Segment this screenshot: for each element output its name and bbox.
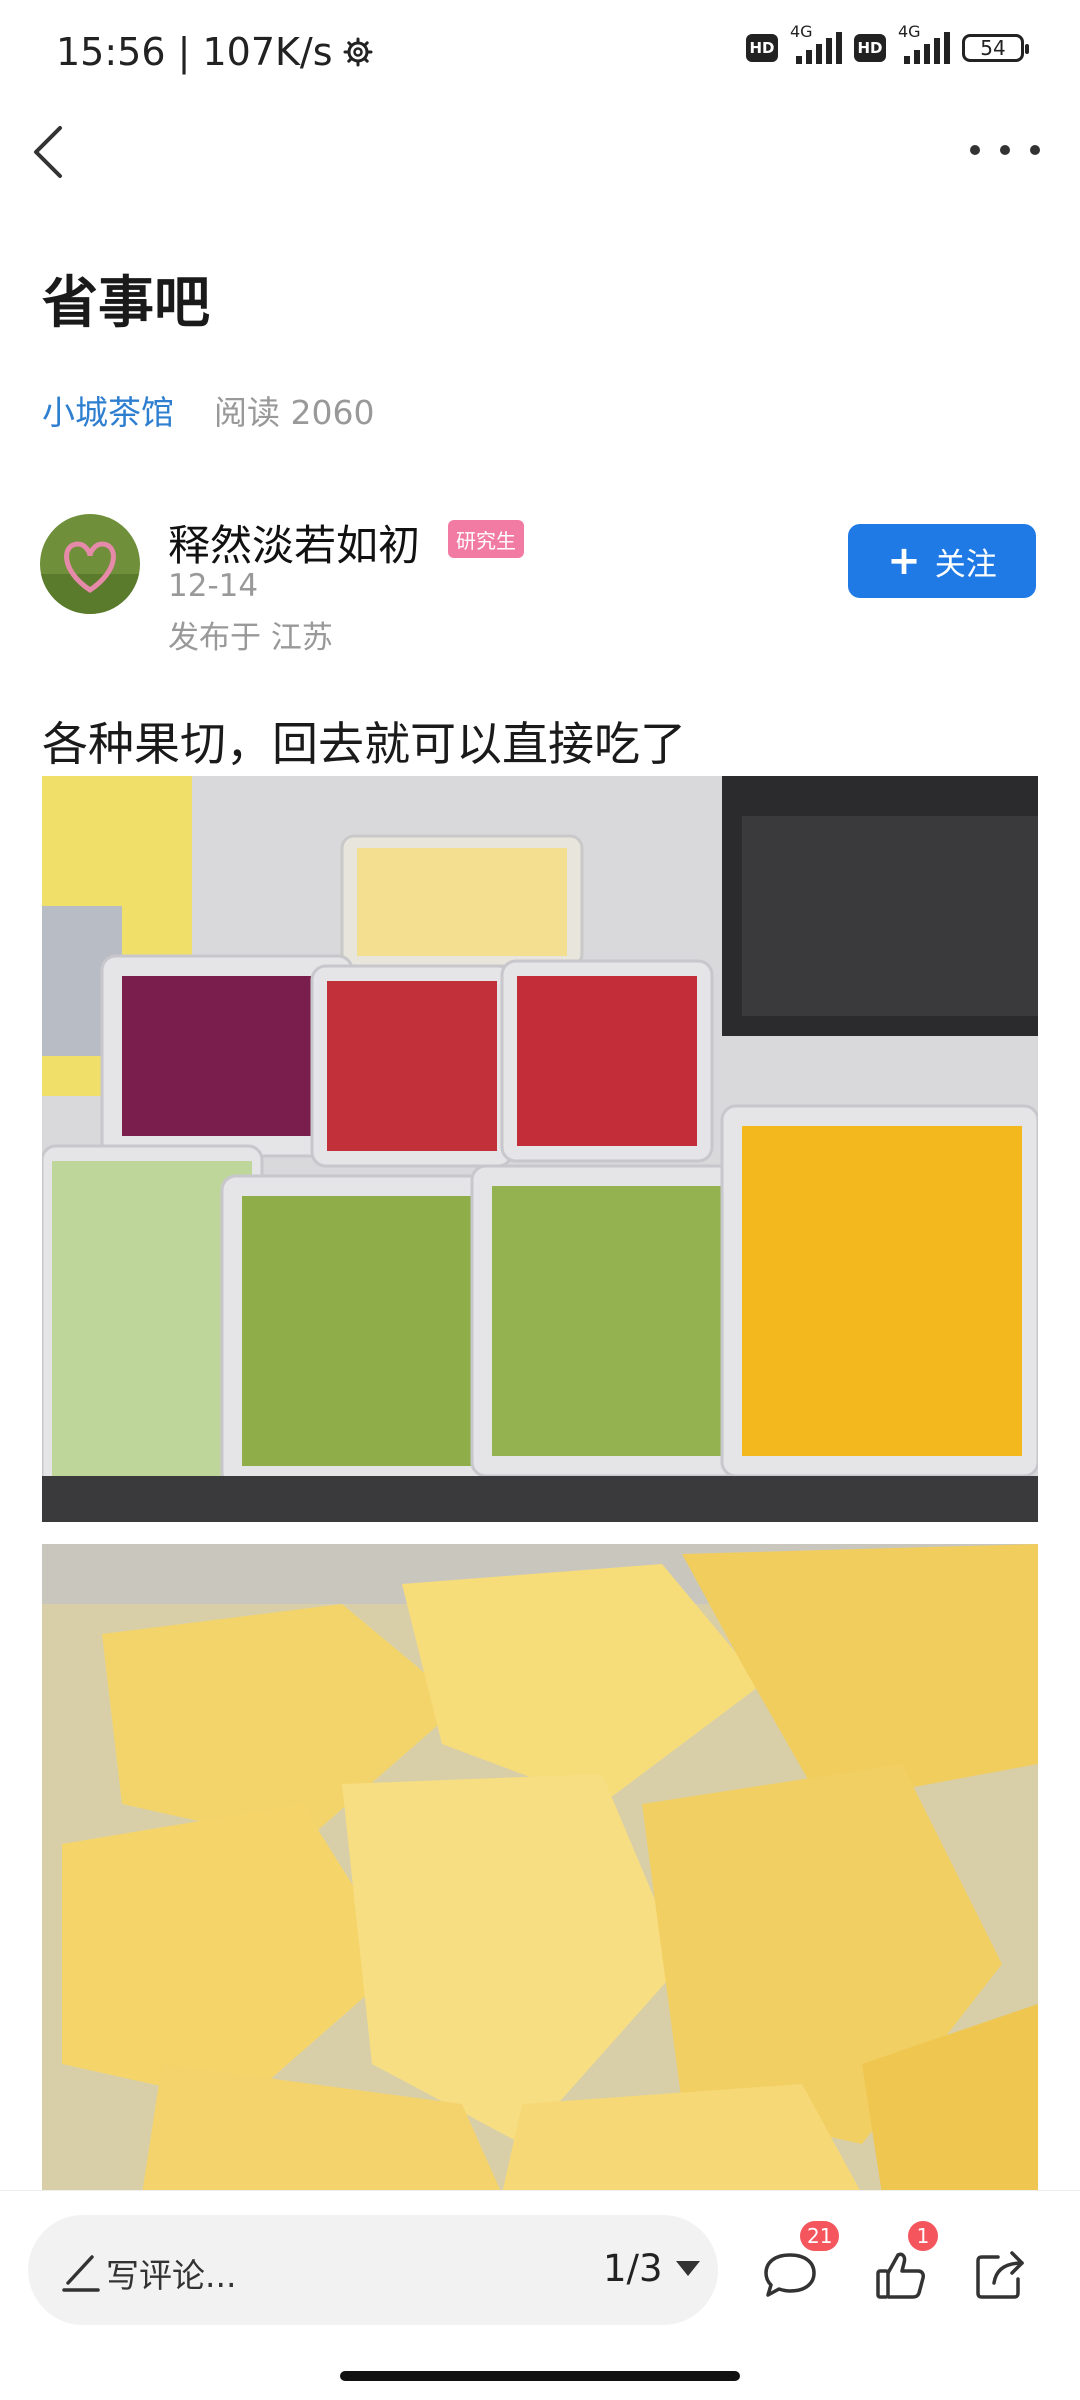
nav-bar (0, 110, 1080, 190)
like-button[interactable]: 1 (870, 2221, 940, 2315)
comment-input[interactable]: 写评论... 1/3 (28, 2215, 718, 2325)
pencil-icon (62, 2255, 100, 2292)
back-icon (34, 126, 62, 178)
network-label-2: 4G (898, 22, 921, 41)
avatar[interactable] (40, 514, 140, 614)
post-meta: 小城茶馆 阅读 2060 (42, 386, 374, 434)
hd-badge: HD (746, 34, 778, 62)
read-count: 阅读 2060 (214, 393, 375, 432)
forum-link[interactable]: 小城茶馆 (42, 386, 174, 434)
more-icon[interactable] (970, 122, 1040, 178)
status-left: 15:56 | 107K/s (56, 30, 373, 74)
like-count-badge: 1 (908, 2221, 938, 2251)
signal-group-1: 4G (790, 22, 842, 64)
signal-group-2: 4G (898, 22, 950, 64)
settings-icon (343, 37, 373, 67)
comment-button[interactable]: 21 (760, 2221, 840, 2315)
status-bar: 15:56 | 107K/s HD 4G HD 4G 54 (0, 0, 1080, 110)
post-date: 12-14 (168, 568, 259, 604)
status-right: HD 4G HD 4G 54 (746, 22, 1029, 64)
post-title: 省事吧 (42, 271, 210, 336)
post-location: 发布于 江苏 (168, 620, 333, 656)
battery-icon: 54 (962, 34, 1029, 62)
network-label: 4G (790, 22, 813, 41)
comment-icon (764, 2253, 816, 2297)
like-icon (876, 2252, 925, 2299)
share-icon (976, 2251, 1024, 2299)
post-body-text: 各种果切，回去就可以直接吃了 (42, 717, 686, 771)
post-image-1[interactable] (42, 776, 1038, 1522)
bottom-action-bar: 写评论... 1/3 21 1 (0, 2190, 1080, 2400)
share-button[interactable] (970, 2245, 1040, 2315)
comment-count-badge: 21 (800, 2221, 840, 2251)
comment-placeholder: 写评论... (106, 2256, 237, 2295)
hd-badge-2: HD (854, 34, 886, 62)
back-button[interactable] (22, 118, 82, 182)
follow-button[interactable]: + 关注 (848, 524, 1036, 598)
home-indicator[interactable] (340, 2371, 740, 2381)
author-name[interactable]: 释然淡若如初 (168, 512, 420, 573)
status-time-speed: 15:56 | 107K/s (56, 30, 333, 74)
post-image-2[interactable] (42, 1544, 1038, 2194)
plus-icon: + (887, 538, 921, 584)
level-badge: 研究生 (448, 520, 524, 558)
chevron-down-icon[interactable] (676, 2261, 700, 2276)
post-detail-page: 15:56 | 107K/s HD 4G HD 4G 54 省事吧 小城茶馆 阅… (0, 0, 1080, 2400)
follow-label: 关注 (934, 546, 997, 583)
page-indicator[interactable]: 1/3 (603, 2247, 663, 2290)
